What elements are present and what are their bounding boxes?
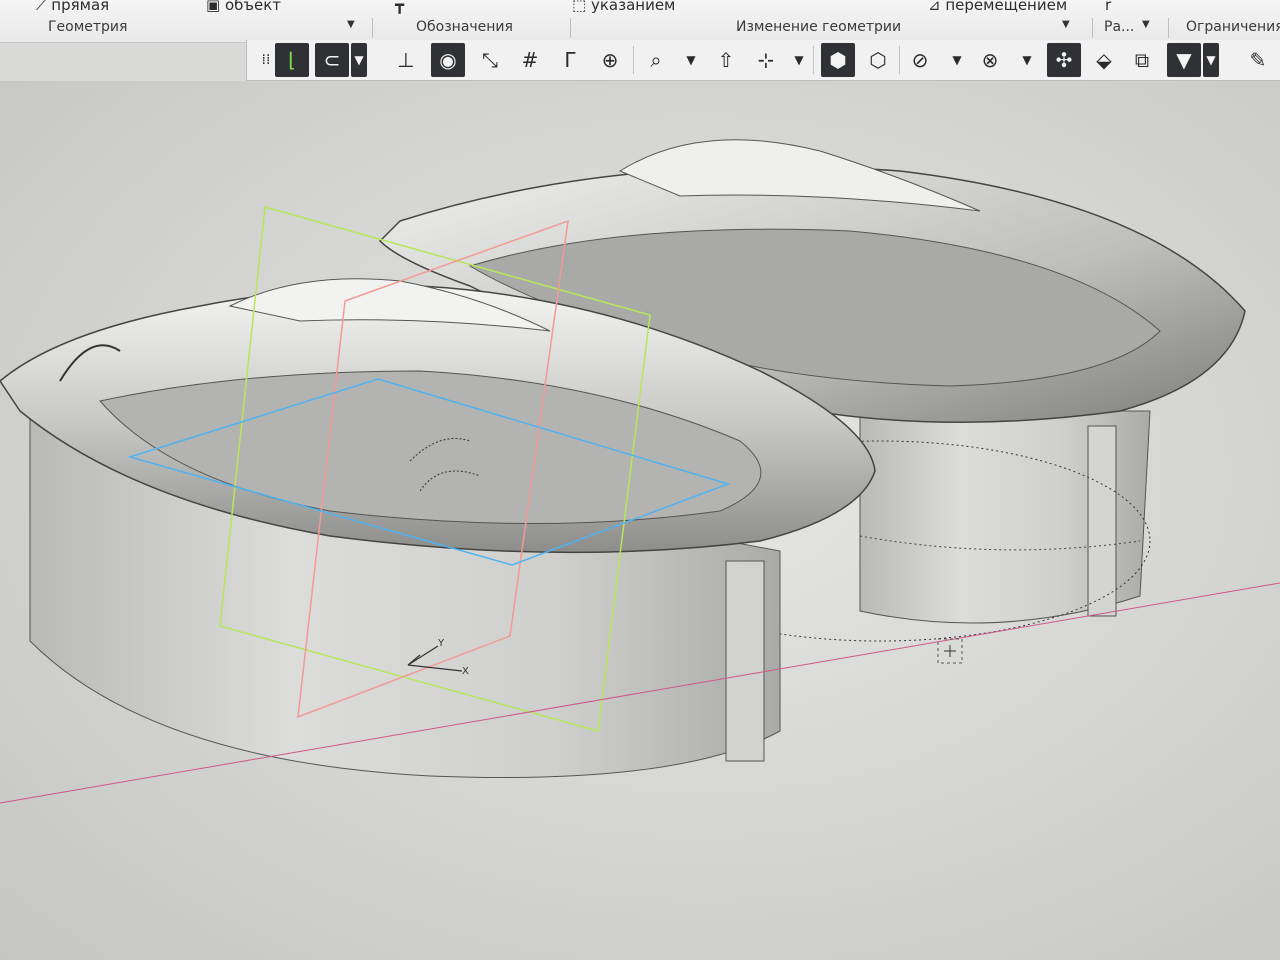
render-icon[interactable]: ⬙: [1087, 43, 1121, 77]
ribbon: ⟋ прямая ▣ объект ┳ ⬚ указанием ⊿ переме…: [0, 0, 1280, 43]
group-designations[interactable]: Обозначения: [416, 19, 513, 35]
grid-icon[interactable]: #: [513, 43, 547, 77]
r-tool[interactable]: r: [1105, 0, 1111, 14]
pointer-icon: ⬚: [572, 0, 587, 14]
line-tool[interactable]: ⟋ прямая: [36, 0, 109, 14]
pen-icon[interactable]: ✎: [1241, 43, 1275, 77]
snap-icon[interactable]: ✣: [1047, 43, 1081, 77]
back-rib: [1087, 425, 1117, 617]
magnet-icon[interactable]: ⊂: [315, 43, 349, 77]
divider: [899, 46, 900, 74]
zoom-icon[interactable]: ⊕: [593, 43, 627, 77]
chevron-down-icon[interactable]: ▼: [1142, 19, 1150, 30]
sketch-icon[interactable]: ⌊: [275, 43, 309, 77]
corner-icon[interactable]: Γ: [553, 43, 587, 77]
dropdown-icon[interactable]: ▼: [683, 43, 699, 77]
divider: [570, 18, 571, 38]
front-rib: [725, 560, 765, 762]
axis-label-y: Y: [437, 638, 445, 649]
group-constraints[interactable]: Ограничения: [1186, 19, 1280, 35]
line-icon: ⟋: [36, 0, 47, 14]
divider: [372, 18, 373, 38]
move-icon: ⊿: [928, 0, 941, 14]
object-icon: ▣: [206, 0, 221, 14]
filter-icon[interactable]: ▼: [1167, 43, 1201, 77]
group-change-geometry[interactable]: Изменение геометрии: [736, 19, 901, 35]
zoom-window-icon[interactable]: ⌕: [639, 43, 673, 77]
shaded-icon[interactable]: ⬢: [821, 43, 855, 77]
divider: [633, 46, 634, 74]
chevron-down-icon[interactable]: ▼: [1062, 19, 1070, 30]
model-viewport[interactable]: Y X: [0, 81, 1280, 960]
perpendicular-icon[interactable]: ⊥: [389, 43, 423, 77]
dropdown-icon[interactable]: ▼: [1019, 43, 1035, 77]
move-tool[interactable]: ⊿ перемещением: [928, 0, 1067, 14]
group-ra[interactable]: Ра...: [1104, 19, 1134, 35]
visibility-icon[interactable]: ⊗: [973, 43, 1007, 77]
orient-icon[interactable]: ⇧: [709, 43, 743, 77]
t-icon: ┳: [395, 0, 405, 14]
pointer-tool[interactable]: ⬚ указанием: [572, 0, 675, 14]
dropdown-icon[interactable]: ▼: [351, 43, 367, 77]
view-toolbar: ⁞⁞ ⌊ ⊂ ▼ ⊥ ◉ ⤡ # Γ ⊕ ⌕ ▼ ⇧ ⊹ ▼ ⬢ ⬡ ⊘ ▼ ⊗…: [246, 40, 1280, 81]
object-tool[interactable]: ▣ объект: [206, 0, 281, 14]
axis-label-x: X: [462, 666, 469, 677]
divider: [1168, 18, 1169, 38]
model-canvas[interactable]: Y X: [0, 81, 1280, 960]
dropdown-icon[interactable]: ▼: [949, 43, 965, 77]
view-normal-icon[interactable]: ⤡: [473, 43, 507, 77]
chevron-down-icon[interactable]: ▼: [347, 19, 355, 30]
dropdown-icon[interactable]: ▼: [1203, 43, 1219, 77]
t-tool[interactable]: ┳: [395, 0, 405, 14]
layers-icon[interactable]: ⧉: [1125, 43, 1159, 77]
axes-icon[interactable]: ⊹: [749, 43, 783, 77]
eye-icon[interactable]: ◉: [431, 43, 465, 77]
divider: [813, 46, 814, 74]
dropdown-icon[interactable]: ▼: [791, 43, 807, 77]
wireframe-icon[interactable]: ⬡: [861, 43, 895, 77]
divider: [1092, 18, 1093, 38]
hidden-lines-icon[interactable]: ⊘: [903, 43, 937, 77]
group-geometry[interactable]: Геометрия: [48, 19, 127, 35]
